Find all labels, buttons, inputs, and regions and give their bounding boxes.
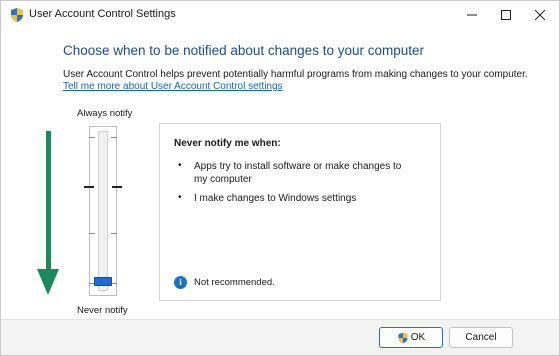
slider-thumb[interactable] xyxy=(94,277,112,286)
cancel-button[interactable]: Cancel xyxy=(449,327,513,348)
panel-title: Never notify me when: xyxy=(174,138,281,149)
minimize-button[interactable] xyxy=(455,1,489,29)
page-heading: Choose when to be notified about changes… xyxy=(63,43,424,58)
window-title: User Account Control Settings xyxy=(29,8,176,20)
ok-button[interactable]: OK xyxy=(379,327,443,348)
info-icon: i xyxy=(174,276,187,289)
slider-track xyxy=(98,131,108,291)
slider-bottom-label: Never notify xyxy=(77,305,128,316)
ok-button-label: OK xyxy=(410,332,426,343)
bullet-item: I make changes to Windows settings xyxy=(194,193,357,204)
slider-tick xyxy=(111,137,117,138)
down-arrow-icon xyxy=(37,131,59,295)
description-text: User Account Control helps prevent poten… xyxy=(63,69,528,80)
close-button[interactable] xyxy=(523,1,557,29)
uac-shield-icon xyxy=(11,8,23,22)
slider-tick xyxy=(84,186,94,188)
maximize-icon xyxy=(501,10,511,20)
uac-settings-window: User Account Control Settings Choose whe… xyxy=(0,0,560,356)
slider-top-label: Always notify xyxy=(77,108,133,119)
slider-tick xyxy=(89,233,95,234)
title-bar: User Account Control Settings xyxy=(1,1,559,29)
learn-more-link[interactable]: Tell me more about User Account Control … xyxy=(63,81,283,92)
close-icon xyxy=(535,10,545,20)
slider-tick xyxy=(111,233,117,234)
minimize-icon xyxy=(467,14,477,16)
level-description-panel: Never notify me when: • Apps try to inst… xyxy=(159,123,441,301)
uac-shield-icon xyxy=(398,332,408,343)
slider-tick xyxy=(89,137,95,138)
bullet-marker: • xyxy=(178,160,182,171)
recommendation-note: Not recommended. xyxy=(194,277,275,288)
maximize-button[interactable] xyxy=(489,1,523,29)
slider-tick xyxy=(112,186,122,188)
bullet-marker: • xyxy=(178,192,182,203)
bullet-item: Apps try to install software or make cha… xyxy=(194,161,402,185)
notification-level-slider[interactable] xyxy=(84,126,122,296)
